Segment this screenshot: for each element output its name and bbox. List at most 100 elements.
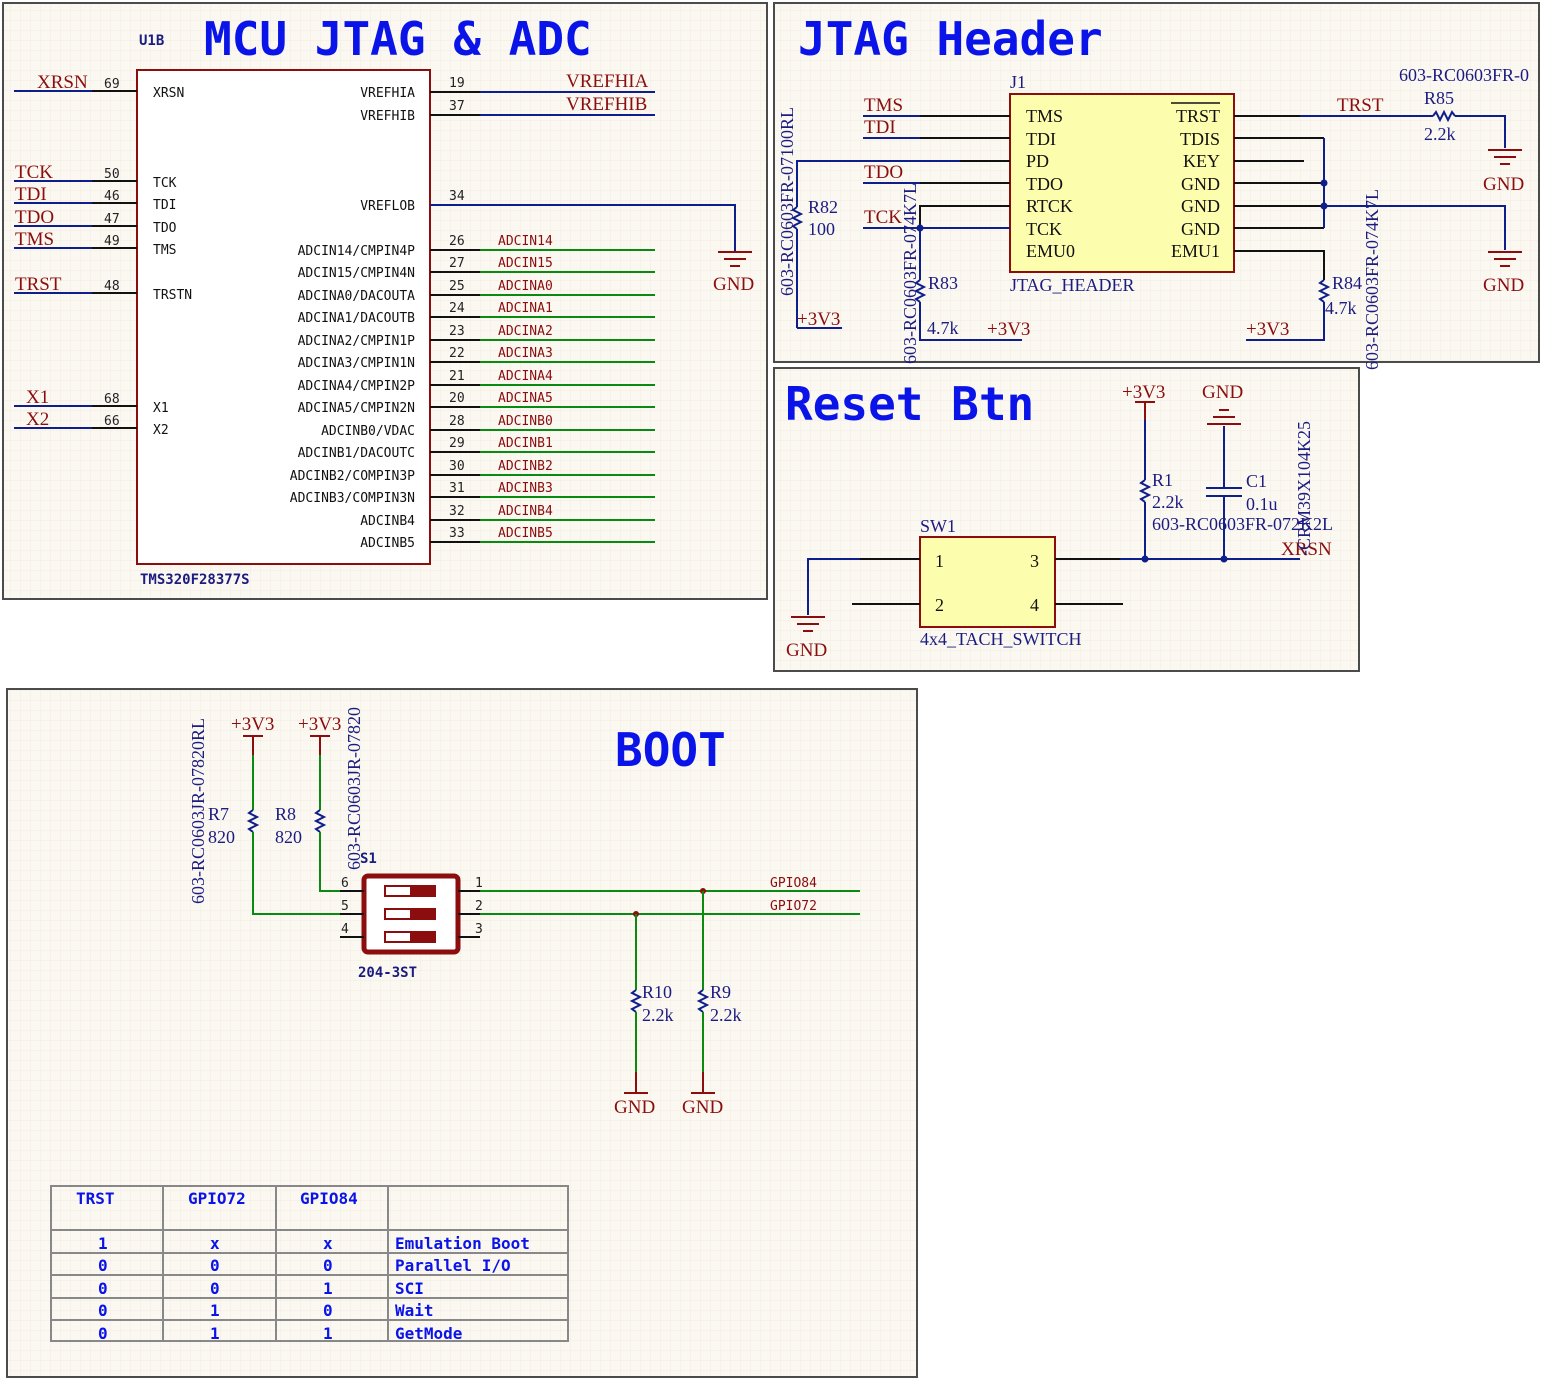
jtag-panel: JTAG Header J1 JTAG_HEADER TMSTDIPDTDORT…: [773, 2, 1540, 370]
mcu-net-tdi: TDI: [15, 184, 47, 205]
table-cell-mode: Emulation Boot: [395, 1234, 530, 1253]
table-header-trst: TRST: [76, 1189, 115, 1208]
s1-ref: S1: [360, 851, 377, 867]
svg-text:+3V3: +3V3: [1122, 382, 1165, 403]
mcu-right-pin-name: ADCINA4/CMPIN2P: [298, 379, 416, 394]
mcu-right-pin-number: 20: [449, 391, 465, 406]
svg-text:2: 2: [475, 899, 483, 914]
gnd-label: GND: [713, 274, 754, 295]
mcu-pin-number: 47: [104, 212, 120, 227]
r85-part: 603-RC0603FR-0: [1399, 65, 1529, 85]
mcu-right-pin-number: 25: [449, 279, 465, 294]
mcu-pin-name: TRSTN: [153, 288, 192, 303]
j1-pin-tdo: TDO: [1026, 174, 1063, 194]
mcu-net-x1: X1: [26, 387, 49, 408]
mcu-net-adcina4: ADCINA4: [498, 369, 553, 384]
mcu-right-pin-name: VREFHIA: [360, 86, 415, 101]
r84-value: 4.7k: [1325, 298, 1357, 318]
table-cell-mode: GetMode: [395, 1324, 462, 1343]
mcu-net-trst: TRST: [15, 274, 62, 295]
r10-ref: R10: [642, 982, 672, 1002]
mcu-pin-number: 68: [104, 392, 120, 407]
s1-body[interactable]: [361, 873, 461, 955]
mcu-net-adcin15: ADCIN15: [498, 256, 553, 271]
r84-ref: R84: [1332, 273, 1362, 293]
mcu-right-pin-number: 37: [449, 99, 465, 114]
mcu-net-adcin14: ADCIN14: [498, 234, 553, 249]
table-cell: x: [323, 1234, 333, 1253]
r10-value: 2.2k: [642, 1005, 674, 1025]
r83-power: +3V3: [987, 319, 1030, 340]
j1-pin-key: KEY: [1183, 151, 1220, 171]
svg-text:GND: GND: [614, 1097, 655, 1118]
mcu-pin-name: X1: [153, 401, 169, 416]
svg-text:3: 3: [475, 922, 483, 937]
j1-pin-tck: TCK: [1026, 219, 1062, 239]
mcu-right-pin-name: ADCINB4: [360, 514, 415, 529]
mcu-pin-name: XRSN: [153, 86, 184, 101]
mcu-net-x2: X2: [26, 409, 49, 430]
svg-text:+3V3: +3V3: [298, 714, 341, 735]
mcu-right-pin-number: 21: [449, 369, 465, 384]
table-cell-mode: Wait: [395, 1301, 434, 1320]
u1b-ref: U1B: [139, 33, 164, 49]
j1-pin-tdi: TDI: [1026, 129, 1056, 149]
mcu-net-xrsn: XRSN: [37, 72, 88, 93]
mcu-net-adcinb3: ADCINB3: [498, 481, 553, 496]
net-tms-j: TMS: [864, 95, 903, 116]
mcu-net-vrefhia: VREFHIA: [566, 71, 649, 92]
c1-ref: C1: [1246, 471, 1267, 491]
mcu-right-pin-name: ADCINA1/DACOUTB: [298, 311, 416, 326]
mcu-right-pin-number: 31: [449, 481, 465, 496]
mcu-net-adcinb4: ADCINB4: [498, 504, 553, 519]
mcu-pin-number: 50: [104, 167, 120, 182]
boot-panel-title: BOOT: [615, 723, 726, 777]
svg-text:GND: GND: [1483, 275, 1524, 296]
table-cell: 1: [210, 1324, 220, 1343]
table-cell: 0: [210, 1279, 220, 1298]
mcu-pin-name: TDI: [153, 198, 176, 213]
mcu-right-pin-name: VREFHIB: [360, 109, 415, 124]
table-cell: 0: [323, 1256, 333, 1275]
mcu-right-pin-name: ADCINB2/COMPIN3P: [290, 469, 415, 484]
table-cell: 0: [323, 1301, 333, 1320]
svg-text:1: 1: [935, 551, 944, 571]
table-cell: 0: [98, 1279, 108, 1298]
mcu-right-pin-name: ADCINB3/COMPIN3N: [290, 491, 415, 506]
r84-power: +3V3: [1246, 319, 1289, 340]
mcu-net-vrefhib: VREFHIB: [566, 94, 647, 115]
r84-part: 603-RC0603FR-074K7L: [1362, 189, 1382, 370]
r1-ref: R1: [1152, 470, 1173, 490]
j1-pin-rtck: RTCK: [1026, 196, 1073, 216]
mcu-right-pin-number: 24: [449, 301, 465, 316]
mcu-right-pin-name: ADCIN15/CMPIN4N: [298, 266, 415, 281]
net-tdi-j: TDI: [864, 117, 896, 138]
svg-text:GND: GND: [1202, 382, 1243, 403]
table-cell: 0: [98, 1324, 108, 1343]
table-cell: 1: [323, 1324, 333, 1343]
svg-text:2: 2: [935, 595, 944, 615]
net-tck-j: TCK: [864, 207, 902, 228]
table-cell: 1: [323, 1279, 333, 1298]
r7-ref: R7: [208, 804, 229, 824]
j1-pin-gnd: GND: [1181, 219, 1220, 239]
j1-ref: J1: [1010, 72, 1026, 92]
r82-ref: R82: [808, 197, 838, 217]
svg-text:GND: GND: [786, 640, 827, 661]
net-tdo-j: TDO: [864, 162, 903, 183]
mcu-right-pin-number: 29: [449, 436, 465, 451]
mcu-pin-number: 48: [104, 279, 120, 294]
svg-text:4: 4: [1030, 595, 1039, 615]
mcu-pin-name: TDO: [153, 221, 177, 236]
svg-text:GND: GND: [1483, 174, 1524, 195]
mcu-pin-name: TMS: [153, 243, 176, 258]
jtag-panel-title: JTAG Header: [798, 12, 1103, 66]
sw1-ref: SW1: [920, 516, 956, 536]
j1-pin-pd: PD: [1026, 151, 1049, 171]
svg-text:5: 5: [341, 899, 349, 914]
reset-panel-title: Reset Btn: [785, 377, 1034, 431]
reset-panel: Reset Btn SW1 4x4_TACH_SWITCH 1 2 3 4 GN…: [773, 367, 1360, 672]
j1-pin-gnd: GND: [1181, 174, 1220, 194]
j1-part: JTAG_HEADER: [1010, 275, 1135, 295]
r9-value: 2.2k: [710, 1005, 742, 1025]
